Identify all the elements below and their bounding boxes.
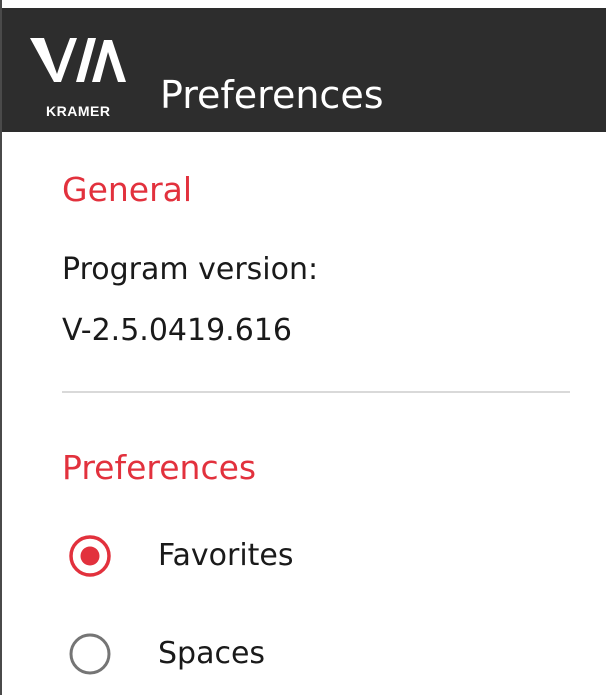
radio-option-spaces[interactable]: Spaces [68,629,548,679]
radio-label-favorites: Favorites [158,538,294,573]
radio-selected-icon[interactable] [68,534,112,578]
via-kramer-logo: KRAMER [30,36,130,119]
app-header: KRAMER Preferences [2,8,606,132]
program-version-value: V-2.5.0419.616 [62,313,292,348]
radio-unselected-icon[interactable] [68,632,112,676]
radio-label-spaces: Spaces [158,636,266,671]
general-section-heading: General [62,170,193,209]
section-divider [62,391,570,393]
logo-subtext: KRAMER [46,103,111,119]
preferences-section-heading: Preferences [62,448,257,487]
radio-option-favorites[interactable]: Favorites [68,531,548,581]
app-window: KRAMER Preferences General Program versi… [0,0,606,695]
page-title: Preferences [160,73,384,117]
program-version-label: Program version: [62,252,319,287]
